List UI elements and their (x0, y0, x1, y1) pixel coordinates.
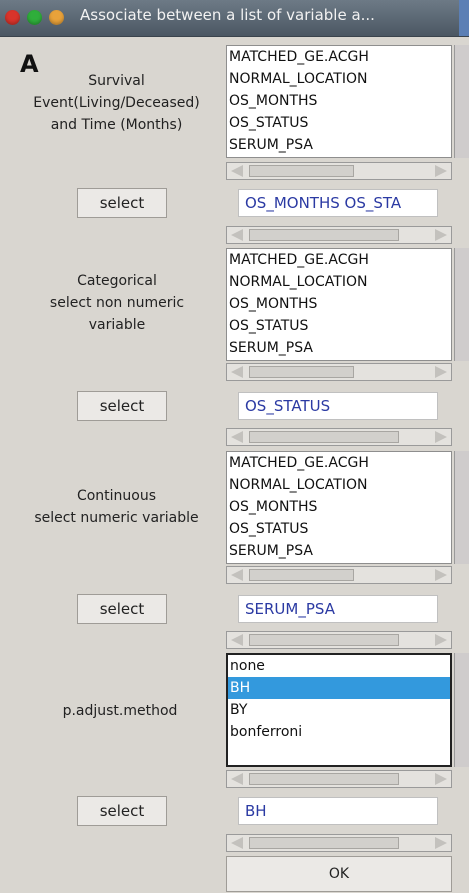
list-item[interactable]: SERUM_PSA (227, 540, 451, 562)
categorical-label-line-2: select non numeric (49, 295, 185, 311)
list-item[interactable]: OS_STATUS (227, 315, 451, 337)
list-item[interactable]: none (228, 655, 450, 677)
list-item[interactable]: OS_STATUS (227, 518, 451, 540)
padjust-value-field[interactable]: BH (238, 797, 438, 825)
list-item[interactable]: MATCHED_GE.ACGH (227, 46, 451, 68)
scroll-left-icon[interactable] (231, 165, 243, 177)
continuous-select-button[interactable]: select (77, 594, 167, 624)
scroll-right-icon[interactable] (435, 569, 447, 581)
list-item[interactable]: BY (228, 699, 450, 721)
categorical-vscroll[interactable] (454, 248, 469, 361)
survival-value-field[interactable]: OS_MONTHS OS_STA (238, 189, 438, 217)
survival-label: Survival Event(Living/Deceased) and Time… (14, 70, 219, 136)
padjust-select-button[interactable]: select (77, 796, 167, 826)
list-item[interactable]: OS_STATUS (227, 112, 451, 134)
list-item[interactable]: NORMAL_LOCATION (227, 271, 451, 293)
list-item[interactable]: OS_MONTHS (227, 293, 451, 315)
list-item[interactable]: OS_MONTHS (227, 90, 451, 112)
list-item[interactable]: SERUM_PSA (227, 134, 451, 156)
survival-hscroll[interactable] (226, 162, 452, 180)
close-icon[interactable] (5, 10, 20, 25)
list-item[interactable]: SERUM_PSA (227, 337, 451, 359)
scroll-thumb[interactable] (249, 773, 399, 785)
ok-button[interactable]: OK (226, 856, 452, 892)
scroll-thumb[interactable] (249, 229, 399, 241)
scroll-thumb[interactable] (249, 366, 354, 378)
continuous-hscroll[interactable] (226, 566, 452, 584)
categorical-select-button[interactable]: select (77, 391, 167, 421)
scroll-right-icon[interactable] (435, 229, 447, 241)
window-title: Associate between a list of variable a..… (80, 6, 375, 24)
scroll-left-icon[interactable] (231, 366, 243, 378)
scroll-left-icon[interactable] (231, 634, 243, 646)
scroll-thumb[interactable] (249, 165, 354, 177)
survival-label-line-2: Event(Living/Deceased) (33, 95, 200, 111)
padjust-listbox[interactable]: none BH BY bonferroni (226, 653, 452, 767)
survival-vscroll[interactable] (454, 45, 469, 158)
continuous-label: Continuous select numeric variable (14, 485, 219, 529)
categorical-value-field[interactable]: OS_STATUS (238, 392, 438, 420)
list-item[interactable]: MATCHED_GE.ACGH (227, 452, 451, 474)
list-item-selected[interactable]: BH (228, 677, 450, 699)
continuous-value-hscroll[interactable] (226, 631, 452, 649)
continuous-value-field[interactable]: SERUM_PSA (238, 595, 438, 623)
scroll-thumb[interactable] (249, 634, 399, 646)
categorical-label-line-3: variable (88, 317, 146, 333)
title-bar: Associate between a list of variable a..… (0, 0, 469, 37)
scroll-right-icon[interactable] (435, 431, 447, 443)
scroll-right-icon[interactable] (435, 366, 447, 378)
list-item[interactable]: MATCHED_GE.ACGH (227, 249, 451, 271)
survival-label-line-3: and Time (Months) (50, 117, 183, 133)
scroll-right-icon[interactable] (435, 165, 447, 177)
scroll-left-icon[interactable] (231, 569, 243, 581)
survival-label-line-1: Survival (88, 73, 145, 89)
scroll-right-icon[interactable] (435, 837, 447, 849)
scroll-thumb[interactable] (249, 837, 399, 849)
categorical-hscroll[interactable] (226, 363, 452, 381)
continuous-label-line-1: Continuous (76, 488, 157, 504)
scroll-thumb[interactable] (249, 431, 399, 443)
scroll-left-icon[interactable] (231, 431, 243, 443)
categorical-label: Categorical select non numeric variable (22, 270, 212, 336)
padjust-vscroll[interactable] (454, 653, 469, 767)
maximize-icon[interactable] (49, 10, 64, 25)
categorical-value-hscroll[interactable] (226, 428, 452, 446)
continuous-listbox[interactable]: MATCHED_GE.ACGH NORMAL_LOCATION OS_MONTH… (226, 451, 452, 564)
list-item[interactable]: bonferroni (228, 721, 450, 743)
categorical-listbox[interactable]: MATCHED_GE.ACGH NORMAL_LOCATION OS_MONTH… (226, 248, 452, 361)
continuous-label-line-2: select numeric variable (34, 510, 199, 526)
survival-select-button[interactable]: select (77, 188, 167, 218)
padjust-label: p.adjust.method (62, 703, 178, 719)
padjust-hscroll[interactable] (226, 770, 452, 788)
window-edge (459, 0, 469, 36)
scroll-right-icon[interactable] (435, 634, 447, 646)
list-item[interactable]: OS_MONTHS (227, 496, 451, 518)
padjust-value-hscroll[interactable] (226, 834, 452, 852)
continuous-vscroll[interactable] (454, 451, 469, 564)
scroll-right-icon[interactable] (435, 773, 447, 785)
list-item[interactable]: NORMAL_LOCATION (227, 68, 451, 90)
scroll-thumb[interactable] (249, 569, 354, 581)
categorical-label-line-1: Categorical (77, 273, 157, 289)
list-item[interactable]: NORMAL_LOCATION (227, 474, 451, 496)
survival-listbox[interactable]: MATCHED_GE.ACGH NORMAL_LOCATION OS_MONTH… (226, 45, 452, 158)
scroll-left-icon[interactable] (231, 229, 243, 241)
scroll-left-icon[interactable] (231, 837, 243, 849)
minimize-icon[interactable] (27, 10, 42, 25)
survival-value-hscroll[interactable] (226, 226, 452, 244)
scroll-left-icon[interactable] (231, 773, 243, 785)
